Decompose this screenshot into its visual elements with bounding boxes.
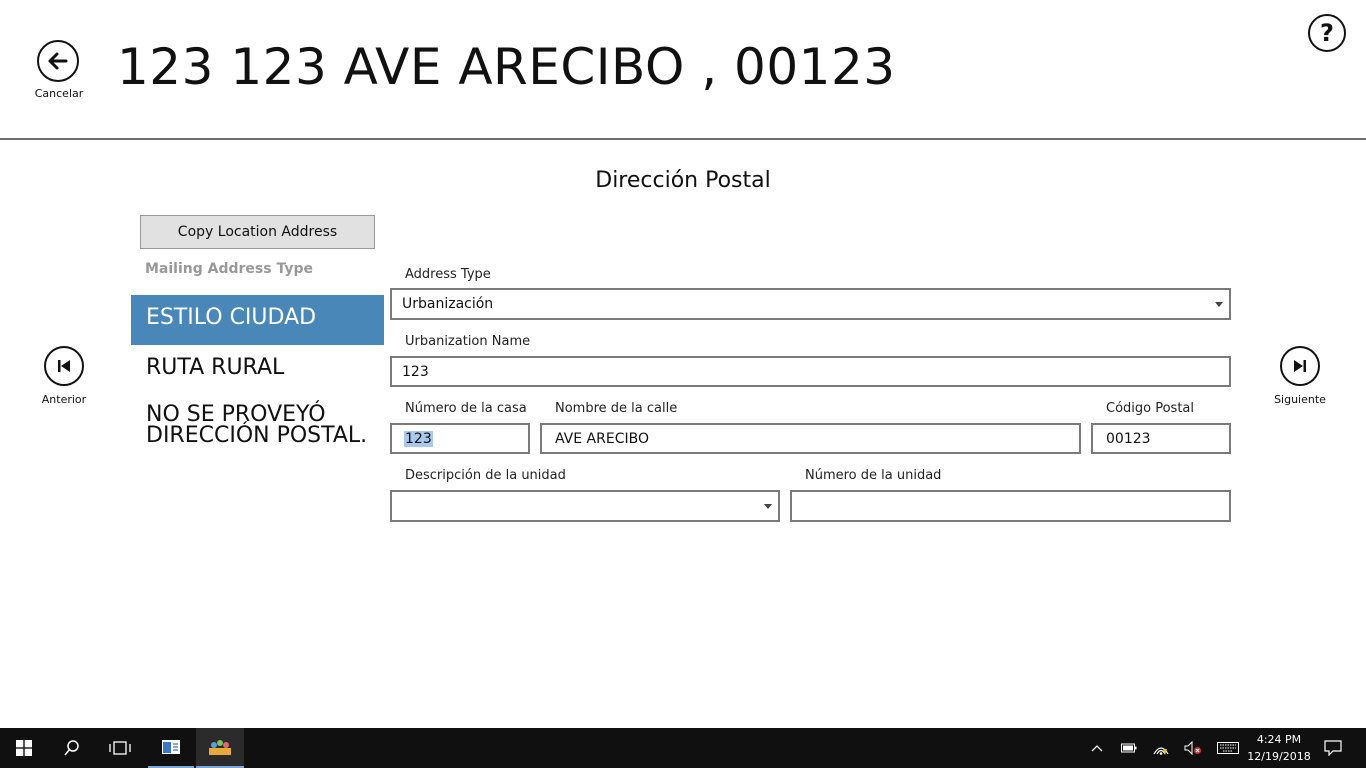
header-divider [0,138,1366,140]
address-type-value: Urbanización [402,296,494,312]
address-type-dropdown[interactable]: Urbanización [390,288,1231,320]
touch-keyboard-button[interactable] [1214,728,1242,768]
postal-code-input[interactable]: 00123 [1091,423,1231,454]
postal-code-value: 00123 [1106,430,1151,447]
help-button[interactable]: ? [1308,14,1346,52]
battery-icon [1121,743,1137,753]
next-label: Siguiente [1274,393,1326,406]
battery-button[interactable] [1118,728,1140,768]
task-view-icon [109,741,131,755]
unit-number-label: Número de la unidad [805,468,942,483]
wifi-icon [1153,747,1169,755]
volume-muted-icon [1184,741,1201,755]
start-button[interactable] [0,728,48,768]
windows-start-icon [16,740,32,756]
chevron-down-icon [1215,302,1223,307]
taskbar-app-1[interactable] [148,728,194,768]
arrow-left-icon [48,52,68,70]
urbanization-name-label: Urbanization Name [405,334,531,349]
clock-time: 4:24 PM [1256,733,1302,746]
postal-code-label: Código Postal [1106,401,1195,416]
street-name-label: Nombre de la calle [555,401,678,416]
back-button[interactable] [37,40,79,82]
taskbar-search-button[interactable] [48,728,96,768]
help-icon: ? [1320,19,1334,47]
mailing-address-type-label: Mailing Address Type [145,261,313,277]
taskbar: 4:24 PM 12/19/2018 [0,728,1366,768]
street-name-value: AVE ARECIBO [555,430,649,447]
unit-description-label: Descripción de la unidad [405,468,566,483]
network-button[interactable] [1150,728,1172,768]
app-window-icon [162,740,180,754]
chevron-down-icon [764,504,772,509]
next-button[interactable] [1280,346,1320,386]
urbanization-name-input[interactable]: 123 [390,356,1231,387]
house-number-input[interactable]: 123 [390,423,530,454]
skip-next-icon [1294,360,1306,372]
app-window: Cancelar 123 123 AVE ARECIBO , 00123 ? D… [0,0,1366,728]
previous-button[interactable] [44,346,84,386]
option-label: NO SE PROVEYÓ DIRECCIÓN POSTAL. [146,402,368,448]
show-hidden-icons-button[interactable] [1086,728,1108,768]
option-label: ESTILO CIUDAD [146,305,317,330]
skip-previous-icon [58,360,70,372]
taskbar-clock[interactable]: 4:24 PM 12/19/2018 [1246,731,1312,765]
copy-location-address-button[interactable]: Copy Location Address [140,215,375,249]
back-label: Cancelar [34,87,84,100]
house-number-value: 123 [404,430,433,447]
section-title: Dirección Postal [595,168,771,193]
chevron-up-icon [1091,745,1103,752]
people-app-icon [209,740,231,755]
previous-label: Anterior [41,393,87,406]
taskbar-app-2[interactable] [196,728,244,768]
address-type-option-no-postal[interactable]: NO SE PROVEYÓ DIRECCIÓN POSTAL. [131,404,384,454]
urbanization-name-value: 123 [402,363,429,380]
address-type-option-estilo-ciudad[interactable]: ESTILO CIUDAD [131,295,384,345]
page-title: 123 123 AVE ARECIBO , 00123 [117,38,896,96]
option-label: RUTA RURAL [146,355,285,380]
search-icon [64,740,79,756]
unit-description-dropdown[interactable] [390,490,780,522]
clock-date: 12/19/2018 [1247,750,1311,763]
address-type-label: Address Type [405,267,491,282]
address-type-option-ruta-rural[interactable]: RUTA RURAL [131,346,384,392]
house-number-label: Número de la casa [405,401,527,416]
action-center-button[interactable] [1318,728,1348,768]
notification-icon [1324,740,1342,756]
task-view-button[interactable] [96,728,144,768]
volume-button[interactable] [1182,728,1204,768]
keyboard-icon [1217,742,1239,754]
street-name-input[interactable]: AVE ARECIBO [540,423,1081,454]
unit-number-input[interactable] [790,490,1231,522]
